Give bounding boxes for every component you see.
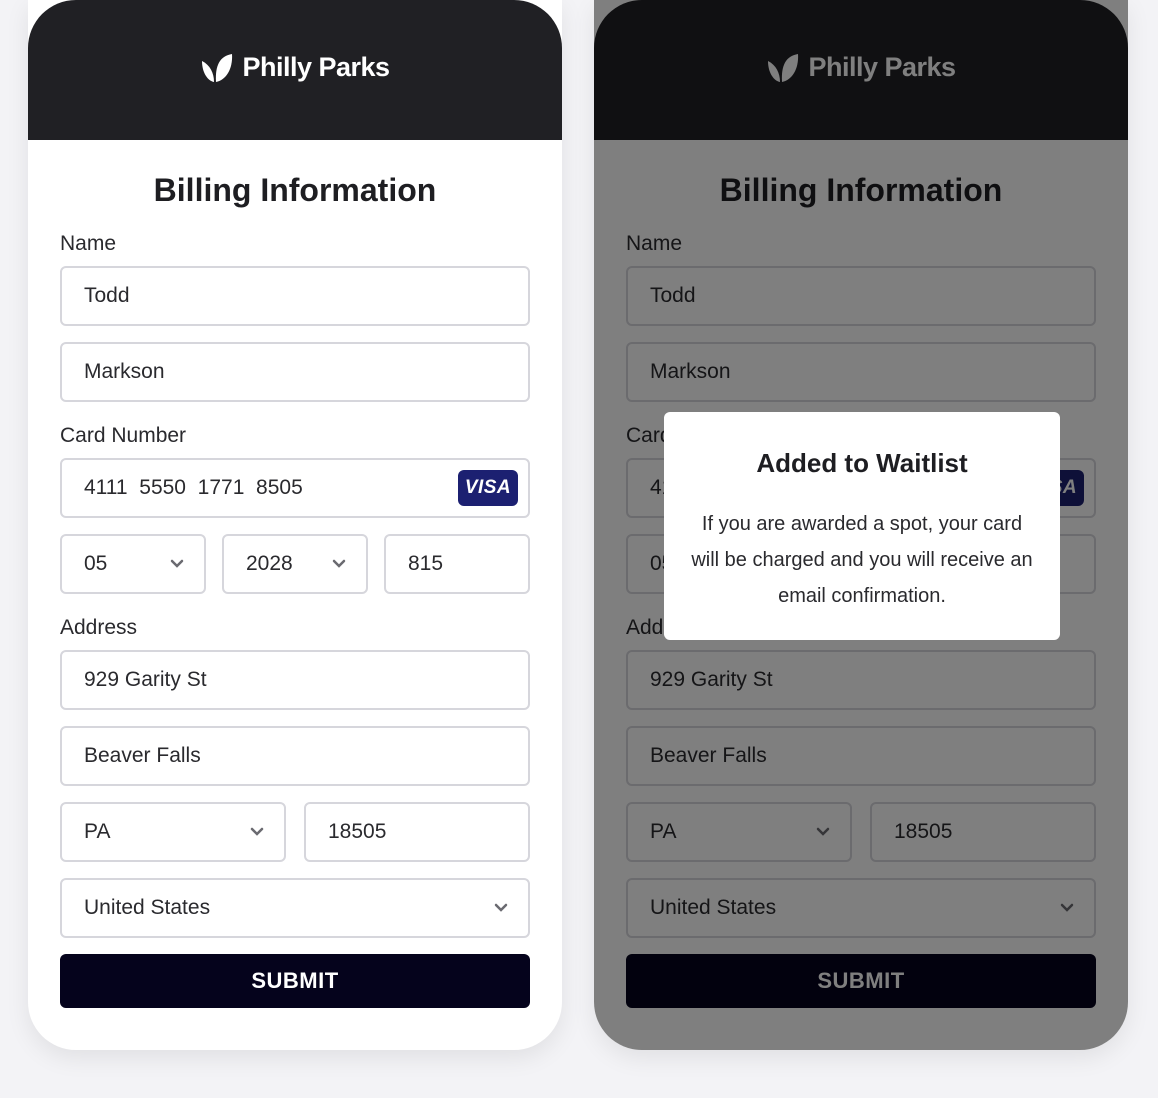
first-name-input[interactable]: Todd: [60, 266, 530, 326]
first-name-value: Todd: [84, 284, 130, 307]
city-input[interactable]: Beaver Falls: [60, 726, 530, 786]
brand-logo: Philly Parks: [28, 52, 562, 83]
state-value: PA: [84, 820, 111, 843]
zip-input[interactable]: 18505: [304, 802, 530, 862]
zip-value: 18505: [328, 820, 387, 843]
leaf-icon: [202, 53, 233, 82]
card-number-label: Card Number: [60, 424, 187, 447]
billing-screen: Philly Parks Billing Information Name To…: [28, 0, 562, 1050]
name-label: Name: [60, 232, 117, 255]
chevron-down-icon: [494, 903, 508, 912]
exp-month-value: 05: [84, 552, 108, 575]
city-value: Beaver Falls: [84, 744, 201, 767]
modal-message: If you are awarded a spot, your card wil…: [691, 513, 1033, 607]
card-number-value: 4111 5550 1771 8505: [84, 476, 303, 499]
exp-year-value: 2028: [246, 552, 293, 575]
last-name-input[interactable]: Markson: [60, 342, 530, 402]
country-select[interactable]: United States: [60, 878, 530, 938]
last-name-value: Markson: [84, 360, 165, 383]
app-header: Philly Parks: [28, 0, 562, 140]
cvv-value: 815: [408, 552, 444, 575]
exp-year-select[interactable]: 2028: [222, 534, 368, 594]
page-title: Billing Information: [153, 172, 437, 208]
exp-month-select[interactable]: 05: [60, 534, 206, 594]
visa-card-icon: VISA: [458, 470, 518, 506]
street-value: 929 Garity St: [84, 668, 207, 691]
brand-name: Philly Parks: [242, 52, 390, 82]
address-label: Address: [60, 616, 138, 639]
cvv-input[interactable]: 815: [384, 534, 530, 594]
chevron-down-icon: [332, 559, 346, 568]
modal-title: Added to Waitlist: [756, 448, 968, 478]
country-value: United States: [84, 896, 211, 919]
chevron-down-icon: [170, 559, 184, 568]
submit-button[interactable]: SUBMIT: [60, 954, 530, 1008]
state-select[interactable]: PA: [60, 802, 286, 862]
card-number-input[interactable]: 4111 5550 1771 8505 VISA: [60, 458, 530, 518]
billing-screen-with-modal: Philly Parks Billing Information Name To…: [594, 0, 1128, 1050]
street-input[interactable]: 929 Garity St: [60, 650, 530, 710]
chevron-down-icon: [250, 827, 264, 836]
waitlist-modal: Added to Waitlist If you are awarded a s…: [664, 412, 1060, 640]
